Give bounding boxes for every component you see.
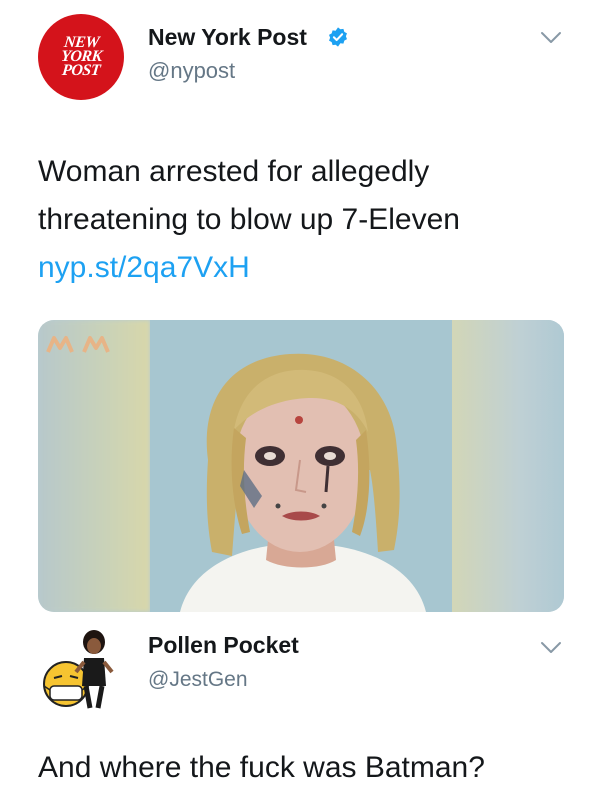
author-handle[interactable]: @nypost xyxy=(148,58,235,84)
media-blur-left xyxy=(38,320,150,612)
nypost-avatar[interactable]: NEW YORK POST xyxy=(38,14,124,100)
mugshot-photo xyxy=(150,320,452,612)
author-name[interactable]: New York Post xyxy=(148,24,307,51)
reply-text: And where the fuck was Batman? xyxy=(38,751,485,784)
logo-line-3: POST xyxy=(61,62,101,79)
tweet-header: NEW YORK POST New York Post @nypost xyxy=(0,0,600,110)
watermark-mark xyxy=(46,336,110,353)
media-blur-right xyxy=(452,320,564,612)
reply-author-name[interactable]: Pollen Pocket xyxy=(148,632,299,659)
avatar-bitmoji[interactable] xyxy=(40,628,122,710)
tweet-text: Woman arrested for allegedly threatening… xyxy=(38,155,460,236)
verified-icon xyxy=(329,27,347,47)
chevron-down-icon[interactable] xyxy=(540,30,562,46)
chevron-down-icon[interactable] xyxy=(540,640,562,656)
reply-author-handle[interactable]: @JestGen xyxy=(148,668,248,692)
mugshot-illustration xyxy=(150,320,452,612)
tweet-media[interactable] xyxy=(38,320,564,612)
tweet-link[interactable]: nyp.st/2qa7VxH xyxy=(38,248,250,288)
